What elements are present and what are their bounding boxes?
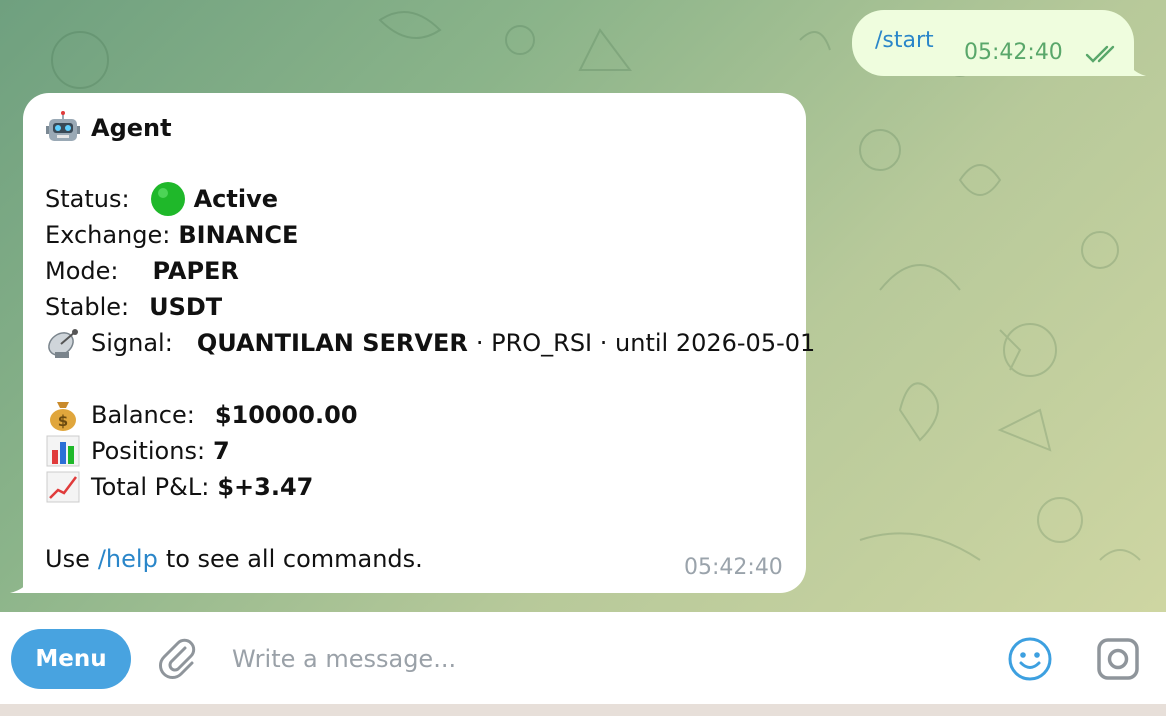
outgoing-bubble-tail xyxy=(1128,62,1146,76)
money-bag-emoji: $ xyxy=(45,398,81,432)
signal-label: Signal: xyxy=(91,329,173,357)
incoming-message-bubble[interactable]: Agent Status: Active Exchange: BINANCE M… xyxy=(23,93,815,593)
paperclip-icon[interactable] xyxy=(155,636,199,680)
outgoing-message-text[interactable]: /start xyxy=(875,28,934,53)
status-value: Active xyxy=(193,185,278,213)
positions-row: Positions: 7 xyxy=(45,434,230,468)
positions-label: Positions: xyxy=(91,437,206,465)
help-prefix: Use xyxy=(45,545,90,573)
status-label: Status: xyxy=(45,185,130,213)
pnl-value: $+3.47 xyxy=(217,473,314,501)
balance-label: Balance: xyxy=(91,401,195,429)
signal-details: · PRO_RSI · until 2026-05-01 xyxy=(475,329,816,357)
help-command-link[interactable]: /help xyxy=(98,545,158,573)
mode-row: Mode: PAPER xyxy=(45,254,239,288)
balance-row: $ Balance: $10000.00 xyxy=(45,398,358,432)
chart-increasing-emoji xyxy=(45,470,81,504)
pnl-label: Total P&L: xyxy=(91,473,210,501)
incoming-message-time: 05:42:40 xyxy=(684,555,783,580)
camera-icon[interactable] xyxy=(1095,636,1141,682)
window-bottom-edge xyxy=(0,704,1166,716)
green-circle-emoji xyxy=(150,182,186,216)
exchange-label: Exchange: xyxy=(45,221,171,249)
pnl-row: Total P&L: $+3.47 xyxy=(45,470,313,504)
message-input[interactable] xyxy=(230,638,974,680)
outgoing-message-time: 05:42:40 xyxy=(964,40,1063,65)
stable-value: USDT xyxy=(149,293,223,321)
outgoing-message-bubble[interactable]: /start 05:42:40 xyxy=(852,10,1134,76)
agent-title-row: Agent xyxy=(45,111,172,145)
agent-title: Agent xyxy=(91,114,172,142)
mode-label: Mode: xyxy=(45,257,119,285)
incoming-bubble-tail xyxy=(10,578,30,593)
signal-server: QUANTILAN SERVER xyxy=(196,329,468,357)
message-composer: Menu xyxy=(0,612,1166,704)
exchange-value: BINANCE xyxy=(178,221,299,249)
menu-button[interactable]: Menu xyxy=(11,629,131,689)
signal-row: Signal: QUANTILAN SERVER · PRO_RSI · unt… xyxy=(45,326,815,360)
exchange-row: Exchange: BINANCE xyxy=(45,218,298,252)
svg-text:$: $ xyxy=(58,412,68,430)
chat-background: /start 05:42:40 Agent Status: Active Exc… xyxy=(0,0,1166,612)
help-row: Use /help to see all commands. xyxy=(45,542,423,576)
satellite-antenna-emoji xyxy=(45,326,81,360)
stable-row: Stable: USDT xyxy=(45,290,222,324)
positions-value: 7 xyxy=(213,437,230,465)
help-suffix: to see all commands. xyxy=(165,545,423,573)
mode-value: PAPER xyxy=(152,257,239,285)
balance-value: $10000.00 xyxy=(214,401,358,429)
robot-emoji xyxy=(45,111,81,145)
smiley-icon[interactable] xyxy=(1007,636,1053,682)
stable-label: Stable: xyxy=(45,293,130,321)
double-check-icon xyxy=(1085,45,1115,63)
status-row: Status: Active xyxy=(45,182,278,216)
bar-chart-emoji xyxy=(45,434,81,468)
